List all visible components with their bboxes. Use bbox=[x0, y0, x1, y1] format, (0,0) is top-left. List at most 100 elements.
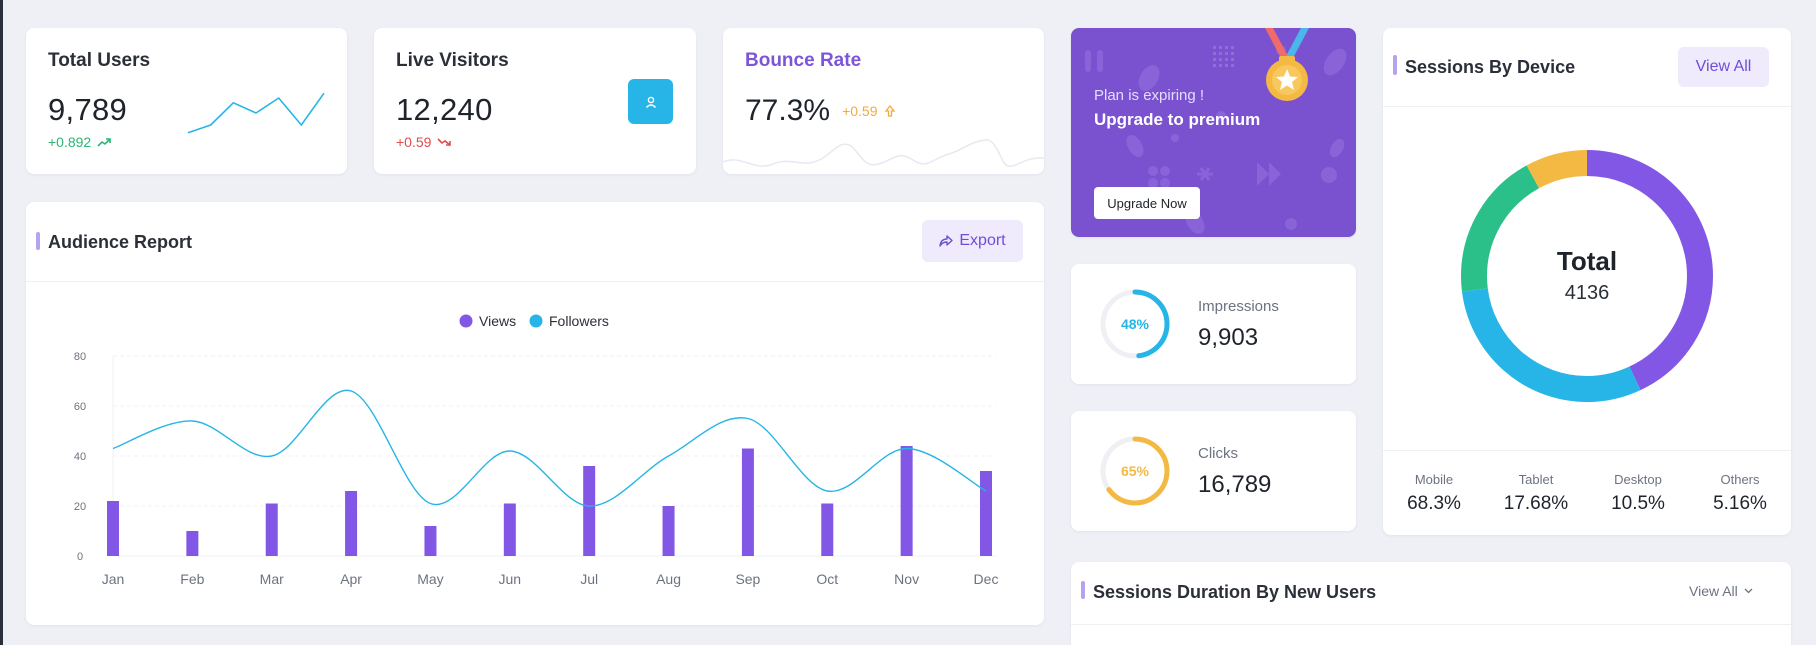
x-tick-label: Jul bbox=[580, 571, 598, 587]
y-tick-label: 20 bbox=[74, 501, 86, 513]
sessions-by-device-title: Sessions By Device bbox=[1405, 57, 1576, 77]
total-users-change: +0.892 bbox=[48, 134, 112, 150]
audience-chart: 0 20 40 60 80 Jan Feb Mar Apr May Jun Jul Aug Sep Oct N… bbox=[74, 313, 999, 587]
window-edge bbox=[0, 0, 3, 645]
views-bar bbox=[265, 503, 278, 556]
device-stats-row: Mobile 68.3% Tablet 17.68% Desktop 10.5%… bbox=[1383, 472, 1791, 516]
views-bar bbox=[186, 531, 199, 556]
device-stat-tablet: Tablet 17.68% bbox=[1485, 472, 1587, 515]
device-stat-label: Desktop bbox=[1614, 472, 1662, 487]
impressions-card: 48% Impressions 9,903 bbox=[1071, 264, 1356, 384]
medal-icon bbox=[1265, 28, 1309, 101]
bounce-rate-change: +0.59 bbox=[842, 103, 878, 119]
total-users-title: Total Users bbox=[48, 50, 151, 71]
legend-marker bbox=[529, 314, 543, 328]
device-stat-label: Mobile bbox=[1414, 472, 1454, 487]
card-header-divider bbox=[1071, 624, 1791, 625]
x-tick-label: Feb bbox=[180, 571, 204, 587]
promo-title: Upgrade to premium bbox=[1094, 110, 1261, 129]
bounce-rate-value-row: 77.3% +0.59 bbox=[745, 94, 896, 128]
audience-report-card: Audience Report Export 0 20 40 60 80 Jan Feb Ma… bbox=[26, 202, 1044, 625]
views-bar bbox=[345, 491, 358, 556]
card-header-divider bbox=[1383, 106, 1791, 107]
y-tick-label: 40 bbox=[74, 451, 86, 463]
views-bar bbox=[900, 446, 913, 556]
views-bar bbox=[980, 471, 992, 556]
donut-total-label: Total bbox=[1556, 246, 1618, 276]
sessions-duration-card: Sessions Duration By New Users View All bbox=[1071, 562, 1791, 645]
x-tick-label: Mar bbox=[260, 571, 284, 587]
impressions-percent: 48% bbox=[1120, 316, 1150, 332]
user-icon-badge bbox=[628, 79, 673, 124]
views-bar bbox=[821, 503, 834, 556]
x-tick-label: Sep bbox=[735, 571, 760, 587]
trend-down-icon bbox=[437, 138, 452, 146]
user-icon bbox=[645, 96, 656, 108]
legend-label: Views bbox=[479, 313, 516, 329]
view-all-dropdown[interactable]: View All bbox=[1689, 583, 1753, 599]
sparkline-line bbox=[187, 92, 325, 134]
followers-line bbox=[112, 389, 987, 507]
upgrade-promo-card: Plan is expiring ! Upgrade to premium Up… bbox=[1071, 28, 1356, 237]
clicks-percent: 65% bbox=[1120, 463, 1150, 479]
device-stat-value: 10.5% bbox=[1611, 493, 1665, 514]
views-bar bbox=[741, 448, 754, 556]
device-stat-mobile: Mobile 68.3% bbox=[1383, 472, 1485, 515]
y-tick-label: 0 bbox=[77, 551, 83, 563]
promo-subtitle: Plan is expiring ! bbox=[1094, 87, 1205, 104]
share-icon bbox=[939, 235, 954, 247]
clicks-label: Clicks bbox=[1198, 445, 1238, 462]
total-users-change-text: +0.892 bbox=[48, 134, 92, 150]
chevron-down-icon bbox=[1744, 588, 1753, 594]
x-tick-label: Jun bbox=[499, 571, 522, 587]
donut-total-value: 4136 bbox=[1564, 282, 1610, 304]
sessions-duration-title: Sessions Duration By New Users bbox=[1093, 582, 1377, 602]
export-label: Export bbox=[959, 232, 1006, 249]
audience-report-title: Audience Report bbox=[48, 232, 193, 252]
bounce-rate-title: Bounce Rate bbox=[745, 50, 862, 71]
views-bar bbox=[583, 466, 596, 556]
x-tick-label: Dec bbox=[974, 571, 999, 587]
views-bar bbox=[503, 503, 516, 556]
sessions-by-device-card: Sessions By Device View All Total 4136 M… bbox=[1383, 28, 1791, 535]
legend-marker bbox=[459, 314, 473, 328]
live-visitors-title: Live Visitors bbox=[396, 50, 509, 71]
upgrade-now-button[interactable]: Upgrade Now bbox=[1094, 187, 1200, 219]
total-users-value: 9,789 bbox=[48, 92, 128, 127]
card-accent-bar bbox=[1393, 55, 1397, 75]
device-stat-value: 17.68% bbox=[1503, 493, 1569, 514]
views-bar bbox=[107, 501, 119, 556]
bounce-rate-wave bbox=[723, 139, 1044, 167]
card-accent-bar bbox=[36, 232, 40, 250]
live-visitors-change: +0.59 bbox=[396, 134, 452, 150]
views-bar bbox=[662, 506, 675, 556]
device-stat-value: 5.16% bbox=[1713, 493, 1767, 514]
live-visitors-value: 12,240 bbox=[396, 92, 493, 127]
device-stat-desktop: Desktop 10.5% bbox=[1587, 472, 1689, 515]
y-tick-label: 80 bbox=[74, 351, 86, 363]
impressions-label: Impressions bbox=[1198, 298, 1279, 315]
view-all-button[interactable]: View All bbox=[1678, 47, 1769, 87]
device-stat-value: 68.3% bbox=[1407, 493, 1461, 514]
x-tick-label: Apr bbox=[340, 571, 362, 587]
card-accent-bar bbox=[1081, 581, 1085, 599]
x-tick-label: Oct bbox=[816, 571, 838, 587]
bounce-rate-value: 77.3% bbox=[745, 94, 831, 127]
view-all-label: View All bbox=[1689, 583, 1738, 599]
clicks-value: 16,789 bbox=[1198, 471, 1272, 498]
y-tick-label: 60 bbox=[74, 401, 86, 413]
x-tick-label: Aug bbox=[656, 571, 681, 587]
legend-label: Followers bbox=[549, 313, 609, 329]
total-users-sparkline bbox=[187, 92, 325, 134]
x-tick-label: Nov bbox=[894, 571, 919, 587]
impressions-value: 9,903 bbox=[1198, 324, 1259, 351]
export-button[interactable]: Export bbox=[922, 220, 1023, 262]
x-tick-label: May bbox=[417, 571, 443, 587]
card-footer-divider bbox=[1383, 450, 1791, 451]
device-stat-label: Tablet bbox=[1518, 472, 1554, 487]
clicks-card: 65% Clicks 16,789 bbox=[1071, 411, 1356, 531]
arrow-up-icon bbox=[884, 104, 895, 117]
views-bar bbox=[424, 526, 437, 556]
live-visitors-change-text: +0.59 bbox=[396, 134, 432, 150]
device-stat-others: Others 5.16% bbox=[1689, 472, 1791, 515]
